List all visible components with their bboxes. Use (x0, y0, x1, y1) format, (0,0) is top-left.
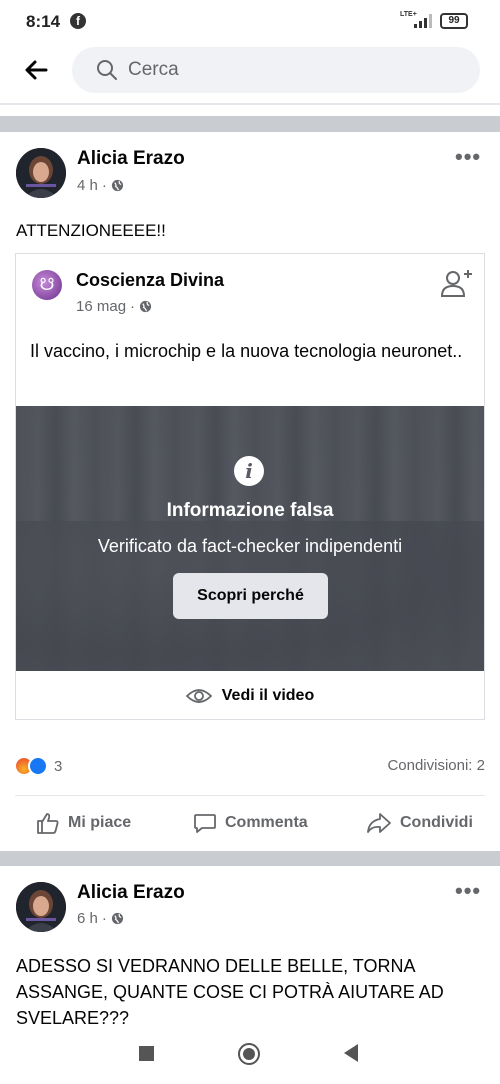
comment-label: Commenta (225, 814, 308, 831)
share-button[interactable]: Condividi (366, 808, 473, 838)
search-icon (97, 60, 117, 80)
back-icon[interactable] (344, 1044, 358, 1062)
separator-dot: · (101, 910, 107, 927)
recents-icon[interactable] (139, 1046, 154, 1061)
share-label: Condividi (400, 814, 473, 831)
separator-dot: · (130, 298, 136, 315)
signal-icon (414, 14, 432, 28)
feed-divider (0, 851, 500, 866)
globe-icon (139, 300, 152, 313)
view-video-button[interactable]: Vedi il video (16, 674, 484, 718)
like-reaction-icon (28, 756, 48, 776)
share-icon (367, 813, 391, 833)
post-author[interactable]: Alicia Erazo (77, 882, 185, 904)
back-arrow-icon[interactable] (22, 56, 50, 84)
feed-divider (0, 116, 500, 132)
shares-count[interactable]: Condivisioni: 2 (387, 757, 485, 774)
header-divider (0, 103, 500, 105)
false-info-title: Informazione falsa (166, 500, 334, 521)
post-time: 6 h (77, 910, 98, 927)
like-button[interactable]: Mi piace (36, 808, 131, 838)
view-video-label: Vedi il video (221, 687, 315, 704)
post-author[interactable]: Alicia Erazo (77, 148, 185, 170)
actions-divider (15, 795, 485, 796)
shared-post[interactable]: ☋ Coscienza Divina 16 mag · Il vaccino, … (15, 253, 485, 720)
shared-bottom-line (15, 719, 485, 720)
more-icon[interactable]: ••• (455, 878, 481, 904)
see-why-button[interactable]: Scopri perché (173, 573, 328, 619)
post-time: 4 h (77, 177, 98, 194)
status-bar: 8:14 f LTE+ 99 (0, 0, 500, 44)
globe-icon (111, 912, 123, 925)
shared-meta: 16 mag · (76, 298, 152, 315)
post-meta: 4 h · (77, 177, 124, 194)
battery-icon: 99 (440, 13, 468, 29)
post-text: ADESSO SI VEDRANNO DELLE BELLE, TORNA AS… (16, 956, 444, 1028)
reactions-summary[interactable]: 3 (14, 756, 62, 776)
facebook-notification-icon: f (70, 13, 86, 29)
page-avatar[interactable]: ☋ (32, 270, 62, 300)
false-info-subtitle: Verificato da fact-checker indipendenti (97, 536, 403, 556)
globe-icon (111, 179, 123, 192)
comment-button[interactable]: Commenta (193, 808, 308, 838)
navigation-bar (0, 1024, 500, 1084)
shared-text: Il vaccino, i microchip e la nuova tecno… (30, 341, 463, 361)
post-text: ATTENZIONEEEE!! (16, 221, 166, 240)
search-input[interactable]: Cerca (72, 47, 480, 93)
status-time: 8:14 (26, 12, 61, 31)
add-friend-icon[interactable] (440, 268, 472, 298)
search-placeholder: Cerca (128, 59, 179, 80)
like-label: Mi piace (68, 814, 132, 831)
eye-icon (185, 689, 212, 703)
post-meta: 6 h · (77, 910, 124, 927)
home-icon[interactable] (238, 1043, 260, 1065)
separator-dot: · (101, 177, 107, 194)
reaction-count: 3 (54, 757, 63, 775)
comment-icon (194, 814, 216, 833)
shared-date: 16 mag (76, 298, 127, 315)
like-icon (37, 813, 59, 834)
avatar[interactable] (16, 882, 66, 932)
shared-page-name[interactable]: Coscienza Divina (76, 270, 224, 291)
more-icon[interactable]: ••• (455, 144, 481, 170)
info-icon: i (234, 456, 264, 486)
video-thumbnail[interactable]: i Informazione falsa Verificato da fact-… (16, 406, 484, 671)
avatar[interactable] (16, 148, 66, 198)
